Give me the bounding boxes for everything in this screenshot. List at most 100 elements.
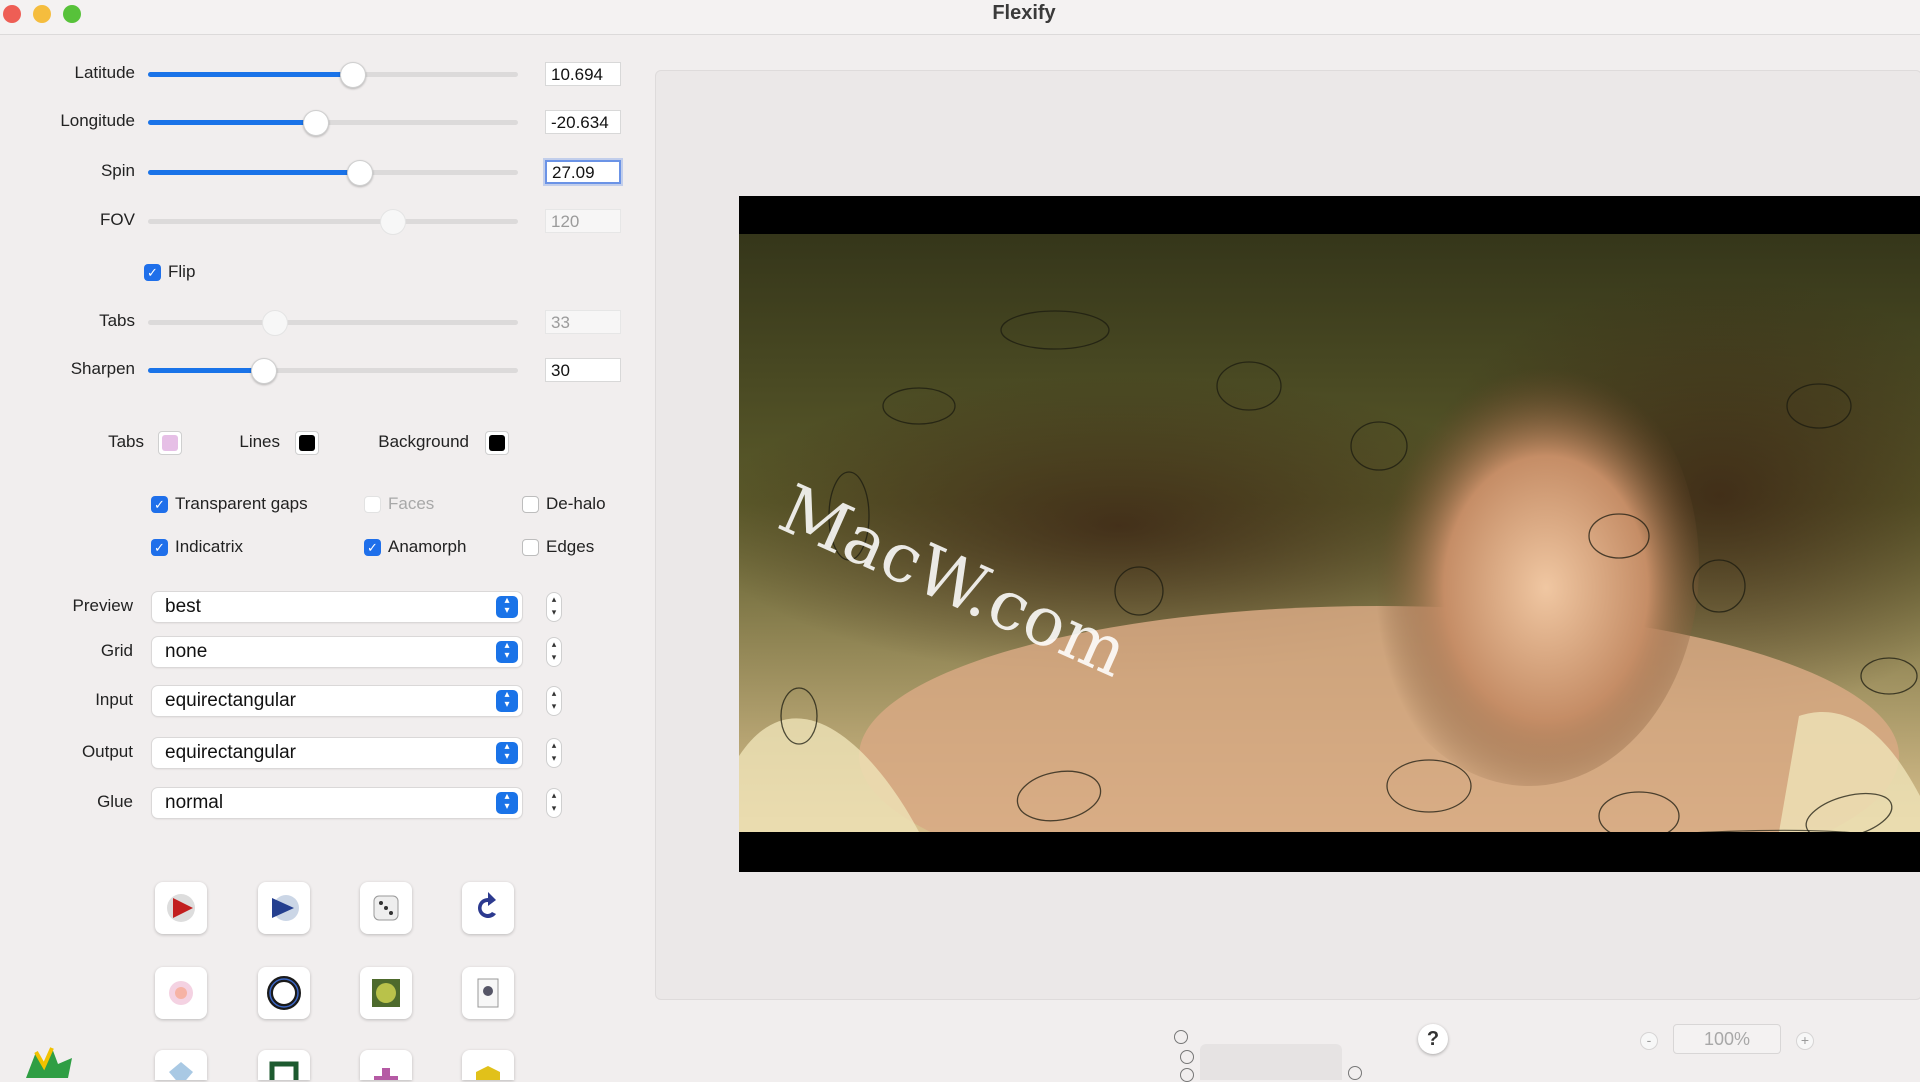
glue-label: Glue — [97, 792, 133, 811]
de-halo-checkbox[interactable] — [522, 496, 539, 513]
tabs-color-label: Tabs — [108, 432, 144, 451]
sharpen-value-field[interactable]: 30 — [545, 358, 621, 382]
input-stepper[interactable]: ▴ ▾ — [546, 686, 562, 716]
output-stepper[interactable]: ▴ ▾ — [546, 738, 562, 768]
grid-select-value: none — [165, 641, 208, 662]
tool-button[interactable] — [258, 1050, 310, 1080]
glue-select-value: normal — [165, 792, 224, 813]
tool-button[interactable] — [462, 882, 514, 934]
glue-stepper[interactable]: ▴ ▾ — [546, 788, 562, 818]
lines-color-swatch — [299, 435, 315, 451]
tool-button[interactable] — [360, 882, 412, 934]
tool-button[interactable] — [360, 967, 412, 1019]
preview-stepper[interactable]: ▴ ▾ — [546, 592, 562, 622]
edges-checkbox[interactable] — [522, 539, 539, 556]
faces-checkbox — [364, 496, 381, 513]
output-select-value: equirectangular — [165, 742, 296, 763]
help-button[interactable]: ? — [1418, 1024, 1448, 1054]
tabs-label: Tabs — [99, 311, 135, 330]
sharpen-slider-fill — [148, 368, 263, 373]
spin-label: Spin — [100, 161, 135, 180]
render-icon — [161, 888, 201, 928]
chevron-updown-icon: ▴ ▾ — [496, 792, 518, 814]
sharpen-slider-knob[interactable] — [251, 358, 277, 384]
handle-icon[interactable] — [1348, 1066, 1362, 1080]
tabs-slider-knob[interactable] — [262, 310, 288, 336]
tabs-color-swatch — [162, 435, 178, 451]
tool-button[interactable] — [155, 1050, 207, 1080]
handle-icon[interactable] — [1180, 1050, 1194, 1064]
background-color-swatch — [489, 435, 505, 451]
anamorph-label: Anamorph — [388, 537, 467, 556]
de-halo-label: De-halo — [546, 494, 606, 513]
fov-slider-knob[interactable] — [380, 209, 406, 235]
fov-slider-track[interactable] — [148, 219, 518, 224]
tool-button[interactable] — [360, 1050, 412, 1080]
lines-color-label: Lines — [239, 432, 280, 451]
preview-select[interactable]: best ▴ ▾ — [152, 592, 522, 622]
tool-button[interactable] — [258, 967, 310, 1019]
longitude-label: Longitude — [60, 111, 135, 130]
tabs-slider-track[interactable] — [148, 320, 518, 325]
output-label: Output — [81, 742, 133, 761]
tool-button[interactable] — [155, 967, 207, 1019]
transparent-gaps-checkbox[interactable]: ✓ — [151, 496, 168, 513]
input-select-value: equirectangular — [165, 690, 296, 711]
latitude-slider-fill — [148, 72, 352, 77]
grid-select[interactable]: none ▴ ▾ — [152, 637, 522, 667]
sharpen-label: Sharpen — [70, 359, 135, 378]
indicatrix-checkbox[interactable]: ✓ — [151, 539, 168, 556]
tabs-value-field[interactable]: 33 — [545, 310, 621, 334]
frame-icon — [264, 1056, 304, 1080]
input-label: Input — [95, 690, 133, 709]
undo-icon — [468, 888, 508, 928]
background-color-label: Background — [378, 432, 469, 451]
chevron-updown-icon: ▴ ▾ — [496, 742, 518, 764]
zoom-in-button[interactable]: + — [1796, 1032, 1814, 1050]
grid-stepper[interactable]: ▴ ▾ — [546, 637, 562, 667]
longitude-slider-fill — [148, 120, 315, 125]
flip-checkbox[interactable]: ✓ — [144, 264, 161, 281]
longitude-value-field[interactable]: -20.634 — [545, 110, 621, 134]
indicatrix-label: Indicatrix — [175, 537, 244, 556]
input-select[interactable]: equirectangular ▴ ▾ — [152, 686, 522, 716]
zoom-field[interactable]: 100% — [1673, 1024, 1781, 1054]
thumbnail-strip[interactable] — [1200, 1044, 1342, 1080]
spin-slider-knob[interactable] — [347, 160, 373, 186]
spin-value-field[interactable]: 27.09 — [545, 160, 621, 184]
flip-label: Flip — [168, 262, 196, 281]
latitude-slider-knob[interactable] — [340, 62, 366, 88]
tabs-color-well[interactable] — [158, 431, 182, 455]
fov-value-field[interactable]: 120 — [545, 209, 621, 233]
tool-button[interactable] — [258, 882, 310, 934]
cube-icon — [468, 1056, 508, 1080]
chevron-updown-icon: ▴ ▾ — [496, 690, 518, 712]
glue-select[interactable]: normal ▴ ▾ — [152, 788, 522, 818]
output-select[interactable]: equirectangular ▴ ▾ — [152, 738, 522, 768]
transparent-gaps-label: Transparent gaps — [175, 494, 308, 513]
edges-label: Edges — [546, 537, 595, 556]
blocks-icon — [366, 1056, 406, 1080]
chevron-updown-icon: ▴ ▾ — [496, 596, 518, 618]
tool-button[interactable] — [462, 967, 514, 1019]
file-icon — [468, 973, 508, 1013]
longitude-slider-knob[interactable] — [303, 110, 329, 136]
preview-select-value: best — [165, 596, 201, 617]
ring-icon — [264, 973, 304, 1013]
play-icon — [264, 888, 304, 928]
flower-icon — [161, 973, 201, 1013]
logo-icon — [26, 1047, 72, 1078]
latitude-value-field[interactable]: 10.694 — [545, 62, 621, 86]
background-color-well[interactable] — [485, 431, 509, 455]
spin-slider-fill — [148, 170, 359, 175]
zoom-out-button[interactable]: - — [1640, 1032, 1658, 1050]
globe-icon — [366, 973, 406, 1013]
tool-button[interactable] — [462, 1050, 514, 1080]
handle-icon[interactable] — [1174, 1030, 1188, 1044]
faces-label: Faces — [388, 494, 435, 513]
anamorph-checkbox[interactable]: ✓ — [364, 539, 381, 556]
window-title: Flexify — [992, 2, 1056, 24]
preview-label: Preview — [72, 596, 133, 615]
tool-button[interactable] — [155, 882, 207, 934]
lines-color-well[interactable] — [295, 431, 319, 455]
